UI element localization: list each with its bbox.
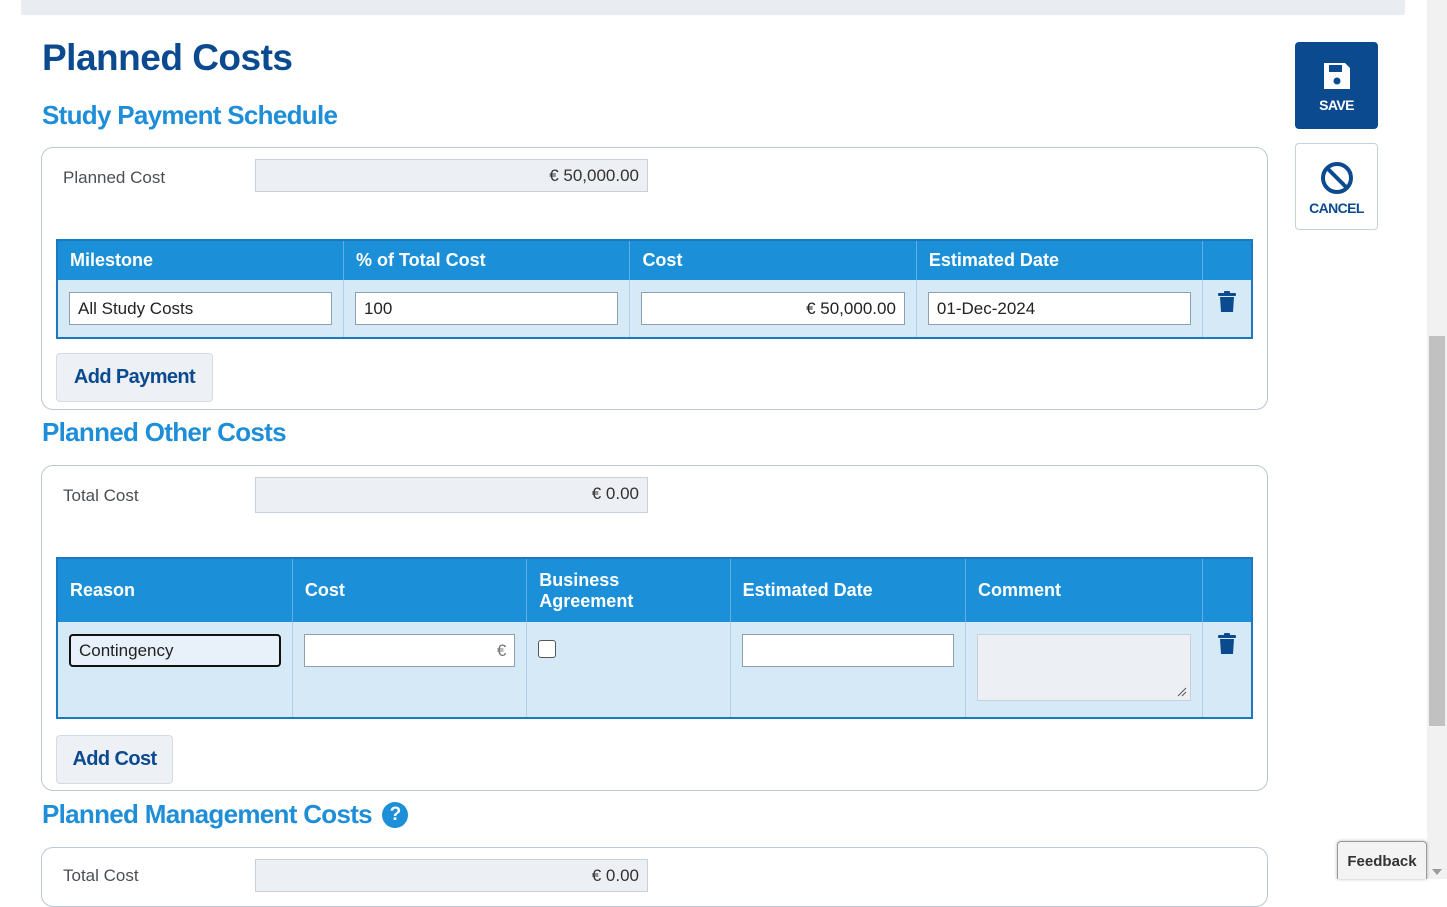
- table-row: [57, 622, 1252, 718]
- payment-schedule-title: Study Payment Schedule: [42, 100, 338, 130]
- total-cost-value: € 0.00: [255, 477, 648, 513]
- reason-cell: [57, 622, 293, 718]
- total-cost-value: € 0.00: [255, 859, 648, 892]
- estimated-date-input[interactable]: [927, 292, 1192, 325]
- page: Planned Costs Study Payment Schedule Pla…: [0, 0, 1427, 907]
- trash-icon[interactable]: [1217, 633, 1237, 655]
- actions-cell: [1202, 280, 1252, 338]
- date-cell: [730, 622, 967, 718]
- col-business-agreement: Business Agreement: [526, 558, 731, 622]
- col-milestone: Milestone: [57, 240, 344, 280]
- col-actions: [1202, 558, 1252, 622]
- feedback-button[interactable]: Feedback: [1337, 841, 1427, 879]
- comment-textarea[interactable]: [977, 634, 1192, 701]
- planned-cost-value: € 50,000.00: [255, 159, 648, 192]
- percent-cell: [343, 280, 631, 338]
- payment-schedule-panel: Planned Cost € 50,000.00 Milestone % of …: [41, 147, 1268, 410]
- cost-input[interactable]: [303, 634, 516, 667]
- col-percent: % of Total Cost: [343, 240, 631, 280]
- col-comment: Comment: [965, 558, 1204, 622]
- resize-grip-icon[interactable]: [1177, 687, 1187, 697]
- page-title: Planned Costs: [42, 37, 293, 78]
- scroll-down-arrow-icon[interactable]: [1432, 869, 1442, 875]
- col-estimated-date: Estimated Date: [730, 558, 967, 622]
- actions-cell: [1202, 622, 1252, 718]
- col-cost: Cost: [629, 240, 917, 280]
- col-estimated-date: Estimated Date: [916, 240, 1204, 280]
- payment-schedule-table: Milestone % of Total Cost Cost Estimated…: [56, 239, 1253, 339]
- management-costs-heading: Planned Management Costs ?: [42, 799, 409, 830]
- milestone-cell: [57, 280, 344, 338]
- cost-input[interactable]: [641, 292, 905, 325]
- management-costs-title: Planned Management Costs: [42, 799, 373, 829]
- top-breadcrumb-bar: [21, 0, 1405, 15]
- milestone-input[interactable]: [69, 292, 332, 325]
- other-costs-panel: Total Cost € 0.00 Reason Cost Business A…: [41, 465, 1268, 791]
- reason-input[interactable]: [69, 634, 281, 667]
- cancel-label: CANCEL: [1309, 200, 1364, 216]
- other-costs-title: Planned Other Costs: [42, 417, 287, 447]
- add-cost-button[interactable]: Add Cost: [56, 735, 173, 784]
- table-header-row: Milestone % of Total Cost Cost Estimated…: [57, 240, 1252, 280]
- cost-cell: [629, 280, 917, 338]
- total-cost-label: Total Cost: [63, 486, 139, 505]
- management-costs-panel: Total Cost € 0.00: [41, 847, 1268, 907]
- business-agreement-cell: [526, 622, 731, 718]
- save-button[interactable]: SAVE: [1295, 42, 1378, 129]
- table-row: [57, 280, 1252, 338]
- col-reason: Reason: [57, 558, 293, 622]
- comment-cell: [965, 622, 1204, 718]
- trash-icon[interactable]: [1217, 291, 1237, 313]
- vertical-scrollbar[interactable]: [1427, 0, 1447, 879]
- date-cell: [916, 280, 1204, 338]
- question-circle-icon[interactable]: ?: [382, 802, 409, 828]
- ban-icon: [1320, 162, 1353, 194]
- col-actions: [1202, 240, 1252, 280]
- other-costs-table: Reason Cost Business Agreement Estimated…: [56, 557, 1253, 719]
- col-cost: Cost: [292, 558, 528, 622]
- cancel-button[interactable]: CANCEL: [1295, 143, 1378, 230]
- scrollbar-thumb[interactable]: [1429, 336, 1445, 726]
- cost-cell: [292, 622, 528, 718]
- add-payment-button[interactable]: Add Payment: [56, 353, 213, 402]
- percent-input[interactable]: [354, 292, 619, 325]
- total-cost-label: Total Cost: [63, 866, 139, 885]
- table-header-row: Reason Cost Business Agreement Estimated…: [57, 558, 1252, 622]
- planned-cost-label: Planned Cost: [63, 168, 166, 187]
- business-agreement-checkbox[interactable]: [538, 640, 557, 658]
- estimated-date-input[interactable]: [741, 634, 954, 667]
- save-label: SAVE: [1319, 97, 1354, 113]
- floppy-disk-icon: [1323, 63, 1350, 89]
